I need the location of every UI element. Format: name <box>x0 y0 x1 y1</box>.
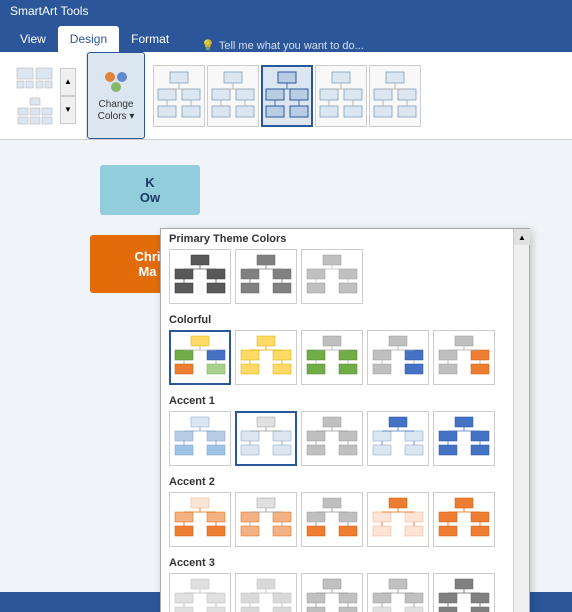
ribbon-tabs: View Design Format 💡 Tell me what you wa… <box>0 22 572 52</box>
layout-thumb-5[interactable] <box>369 65 421 127</box>
layout-small-2[interactable] <box>16 97 54 125</box>
dropdown-panel: Primary Theme Colors <box>160 228 530 612</box>
accent1-option-3[interactable] <box>301 411 363 466</box>
primary-color-2[interactable] <box>235 249 297 304</box>
tab-view[interactable]: View <box>8 26 58 52</box>
scroll-down-btn[interactable]: ▼ <box>60 96 76 124</box>
section-label-primary: Primary Theme Colors <box>161 229 529 247</box>
layout-thumb-1[interactable] <box>153 65 205 127</box>
primary-color-3[interactable] <box>301 249 363 304</box>
accent1-options-row <box>161 409 529 472</box>
primary-color-1[interactable] <box>169 249 231 304</box>
accent3-option-1[interactable] <box>169 573 231 612</box>
accent3-options-row <box>161 571 529 612</box>
main-content: KOw ChriMa Alex, SalesAssociate Tony, Sa… <box>0 140 572 612</box>
node-k: KOw <box>100 165 200 215</box>
accent2-options-row <box>161 490 529 553</box>
change-colors-label: ChangeColors ▾ <box>98 99 135 123</box>
accent1-option-4[interactable] <box>367 411 429 466</box>
section-label-accent3: Accent 3 <box>161 553 529 571</box>
section-label-accent2: Accent 2 <box>161 472 529 490</box>
accent3-option-3[interactable] <box>301 573 363 612</box>
accent1-option-2[interactable] <box>235 411 297 466</box>
layout-thumb-3[interactable] <box>261 65 313 127</box>
colorful-option-3[interactable] <box>301 330 363 385</box>
section-label-accent1: Accent 1 <box>161 391 529 409</box>
accent1-option-5[interactable] <box>433 411 495 466</box>
layout-thumbnails <box>153 52 421 139</box>
accent2-option-2[interactable] <box>235 492 297 547</box>
colorful-option-5[interactable] <box>433 330 495 385</box>
layout-small-1[interactable] <box>16 67 54 95</box>
colorful-option-4[interactable] <box>367 330 429 385</box>
lightbulb-icon: 💡 <box>201 39 215 52</box>
layout-thumb-2[interactable] <box>207 65 259 127</box>
colorful-option-2[interactable] <box>235 330 297 385</box>
scroll-track <box>514 245 530 612</box>
scroll-up-btn[interactable]: ▲ <box>514 229 530 245</box>
title-bar: SmartArt Tools <box>0 0 572 22</box>
scroll-up-btn[interactable]: ▲ <box>60 68 76 96</box>
accent1-option-1[interactable] <box>169 411 231 466</box>
dropdown-scrollbar[interactable]: ▲ ▼ <box>513 229 529 612</box>
layout-thumb-4[interactable] <box>315 65 367 127</box>
tab-design[interactable]: Design <box>58 26 119 52</box>
tell-me-box: 💡 Tell me what you want to do... <box>201 39 364 52</box>
accent2-option-1[interactable] <box>169 492 231 547</box>
primary-options-row <box>161 247 529 310</box>
colorful-option-1[interactable] <box>169 330 231 385</box>
change-colors-icon <box>102 69 130 97</box>
section-label-colorful: Colorful <box>161 310 529 328</box>
accent3-option-5[interactable] <box>433 573 495 612</box>
accent3-option-2[interactable] <box>235 573 297 612</box>
tell-me-text[interactable]: Tell me what you want to do... <box>219 40 364 52</box>
accent2-option-4[interactable] <box>367 492 429 547</box>
accent2-option-5[interactable] <box>433 492 495 547</box>
scroll-arrows[interactable]: ▲ ▼ <box>58 68 78 124</box>
layout-group: ▲ ▼ <box>8 52 87 139</box>
ribbon: ▲ ▼ ChangeColors ▾ <box>0 52 572 140</box>
accent2-option-3[interactable] <box>301 492 363 547</box>
change-colors-button[interactable]: ChangeColors ▾ <box>87 52 145 139</box>
tab-format[interactable]: Format <box>119 26 181 52</box>
title-text: SmartArt Tools <box>10 4 88 18</box>
colorful-options-row <box>161 328 529 391</box>
accent3-option-4[interactable] <box>367 573 429 612</box>
